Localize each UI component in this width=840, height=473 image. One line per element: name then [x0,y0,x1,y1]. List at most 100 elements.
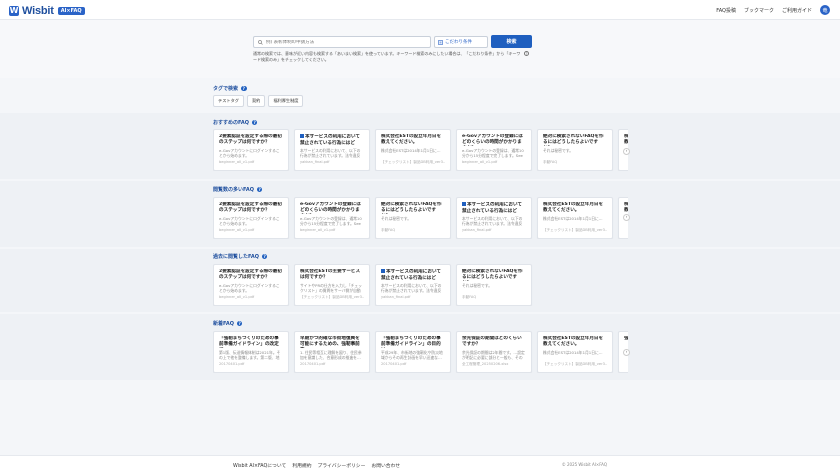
faq-card-source: 【チェックリスト】製品DB利用_ver3… [543,228,607,232]
tag-item[interactable]: 契約 [246,95,266,107]
faq-card-title: 2要素認証を設定する際の最初のステップは何ですか？ [219,202,283,214]
faq-card-title-text: 余光保証の期間はどのくらいですか？ [462,336,522,347]
faq-card[interactable]: 絶対に検索されないFAQを作るにはどうしたらよいですか？ それは秘密です。手動FA… [456,264,532,306]
faq-card-title: 2要素認証を設定する際の最初のステップは何ですか？ [219,269,283,281]
condition-button[interactable]: こだわり条件 [434,36,488,48]
logo-text: Wisbit [22,4,54,17]
recommended-section-title: おすすめのFAQ ? [213,119,258,126]
nav-faq-post[interactable]: FAQ投稿 [716,7,736,14]
faq-card-body: 平成29年、市街地の強靭化や防災地域からその再生計画を早い迅速な… [381,350,443,360]
faq-card-source: beginner_all_v1.pdf [462,160,498,164]
faq-card-title-text: 「強靭まちづくりのための事前準備ガイドライン」の目的は… [381,336,441,347]
search-box[interactable] [253,36,431,48]
faq-card-source: beginner_all_v1.pdf [219,295,255,299]
faq-card[interactable]: e-Govアカウントの登録にはどのくらいの時間がかかりますか？ e-Govアカウン… [456,129,532,171]
faq-card-title-text: 株式会社ESTの設立年月日を教えてください。 [624,202,628,213]
chevron-right-icon[interactable]: › [623,214,630,221]
nav-guide[interactable]: ご利用ガイド [782,7,812,14]
faq-card-title: 絶対に検索されないFAQを作るにはどうしたらよいですか？ [543,134,607,146]
logo[interactable]: W Wisbit AI×FAQ [9,4,85,17]
faq-card-title-text: 株式会社ESTの設立年月日を教えてください。 [543,202,604,213]
faq-card-title: 本サービスの利用において禁止されている行為にはどの… [462,202,526,214]
help-icon[interactable]: ? [256,186,263,193]
chevron-right-icon[interactable]: › [623,349,630,356]
popular-section-title: 閲覧数の多いFAQ ? [213,186,263,193]
faq-card[interactable]: 「強靭まちづくりのための事前準備ガイドライン」の目的は… 平成29年、市街地の強靭… [375,331,451,373]
faq-card-source: yakkan_final.pdf [381,295,411,299]
recent-section-title: 過去に閲覧したFAQ ? [213,253,268,260]
faq-card-title-text: e-Govアカウントの登録にはどのくらいの時間がかかりますか？ [300,202,361,213]
popular-title-text: 閲覧数の多いFAQ [213,187,254,193]
faq-card[interactable]: 2要素認証を設定する際の最初のステップは何ですか？ e-Govアカウントにログイン… [213,197,289,239]
faq-card-title-text: e-Govアカウントの登録にはどのくらいの時間がかかりますか？ [462,134,523,145]
faq-card[interactable]: 株式会社ESTの設立年月日を教えてください。 株式会社ESTは2014年1月1日に… [537,331,613,373]
search-button[interactable]: 検索 [491,35,532,48]
faq-card-title: 株式会社ESTの設立年月日を教えてください。 [624,202,628,214]
faq-card[interactable]: 株式会社ESTの主要サービスは何ですか？ サイトやPRの仕方を入力し「チェックリス… [294,264,370,306]
faq-card-title-text: 株式会社ESTの主要サービスは何ですか？ [300,269,361,280]
faq-card-source: 20170401.pdf [300,362,326,366]
faq-card-body: サイトやPRの仕方を入力し「チェックリスト」の質問をサーバ側が自動添削… [300,283,362,293]
help-icon[interactable]: ? [236,320,243,327]
filter-icon [438,39,443,45]
faq-card[interactable]: 本サービスの利用において禁止されている行為にはどの… 本サービスの利用において、以… [456,197,532,239]
faq-card-title-text: 本サービスの利用において禁止されている行為にはどの… [300,134,360,146]
faq-card[interactable]: 本サービスの利用において禁止されている行為にはどの… 本サービスの利用において、以… [294,129,370,171]
faq-card-body: e-Govアカウントの登録は、通常10分から15分程度で完了します。See MS… [462,148,524,158]
faq-card-title-text: 株式会社ESTの設立年月日を教えてください。 [543,336,604,347]
chevron-right-icon[interactable]: › [623,148,630,155]
faq-card-source: 【チェックリスト】製品DB利用_ver3… [543,362,607,366]
app-header: W Wisbit AI×FAQ FAQ投稿 ブックマーク ご利用ガイド 竜 [0,0,840,20]
faq-card-body: 本サービスの利用において、以下の行為が禁止されています。法令違反と… [462,216,523,226]
tag-item[interactable]: 福利厚生制度 [268,95,304,107]
faq-card-source: 全工程管理_20250206.xlsx [462,362,509,366]
faq-card[interactable]: 2要素認証を設定する際の最初のステップは何ですか？ e-Govアカウントにログイン… [213,264,289,306]
faq-card-title: 本サービスの利用において禁止されている行為にはどの… [300,134,364,146]
faq-card-title: e-Govアカウントの登録にはどのくらいの時間がかかりますか？ [462,134,526,146]
faq-card-body: それは秘密です。 [462,283,492,288]
footer-link-about[interactable]: Wisbit AI×FAQについて [233,462,286,469]
tag-item[interactable]: テストタグ [213,95,244,107]
faq-card[interactable]: 株式会社ESTの設立年月日を教えてください。株式会社ESTは2014年1月1日に… [375,129,451,171]
faq-card-title: 強度… [624,336,628,348]
help-icon[interactable]: ? [261,253,268,260]
faq-card-body: 株式会社ESTは2014年1月1日に… [381,148,441,153]
faq-card[interactable]: 本サービスの利用において禁止されている行為にはどの… 本サービスの利用において、以… [375,264,451,306]
help-icon[interactable]: ? [251,119,258,126]
help-icon[interactable]: ? [241,85,247,92]
faq-card-body: e-Govアカウントにログインすることから始めます。 [219,216,280,226]
faq-card-body: 余光保証の期間は2年間です。…設定が明記に必要に部分と一般も、その効果… [462,350,525,360]
faq-card-source: beginner_all_v1.pdf [219,160,255,164]
copyright: © 2025 Wisbit AI×FAQ [561,462,607,467]
faq-card-body: 1. 住民等相互に理解を図り、住民参加を意識した、合意形成の推進を… [300,350,362,360]
faq-card-title-text: 絶対に検索されないFAQを作るにはどうしたらよいですか？ [543,134,604,145]
search-input[interactable] [266,39,416,45]
faq-card[interactable]: 絶対に検索されないFAQを作るにはどうしたらよいですか？ それは秘密です。手動FA… [375,197,451,239]
avatar[interactable]: 竜 [820,5,830,15]
faq-card[interactable]: 余光保証の期間はどのくらいですか？ 余光保証の期間は2年間です。…設定が明記に必要… [456,331,532,373]
faq-card-source: yakkan_final.pdf [300,160,330,164]
faq-card-title: 早期かつ的確な市街地復興を可能にするための、強靭事前準… [300,336,364,348]
help-icon[interactable]: ? [524,51,529,56]
nav-bookmark[interactable]: ブックマーク [744,7,774,14]
new-section-title: 新着FAQ ? [213,320,243,327]
faq-card[interactable]: 絶対に検索されないFAQを作るにはどうしたらよいですか？ それは秘密です。手動FA… [537,129,613,171]
faq-card[interactable]: 「強靭まちづくりのための事前準備ガイドライン」の改定で… 第1版、伝送情報体制は2… [213,331,289,373]
recent-row: 2要素認証を設定する際の最初のステップは何ですか？ e-Govアカウントにログイン… [213,264,628,306]
search-area: こだわり条件 検索 通常の検索では、意味が近い内容も検索する「あいまい検索」を使… [0,20,840,78]
footer-link-privacy[interactable]: プライバシーポリシー [318,462,366,469]
faq-card[interactable]: 2要素認証を設定する際の最初のステップは何ですか？ e-Govアカウントにログイン… [213,129,289,171]
faq-card-source: yakkan_final.pdf [462,228,492,232]
footer-link-contact[interactable]: お問い合わせ [371,462,400,469]
faq-card[interactable]: 早期かつ的確な市街地復興を可能にするための、強靭事前準… 1. 住民等相互に理解を… [294,331,370,373]
footer-link-terms[interactable]: 利用規約 [292,462,311,469]
faq-card-title-text: 早期かつ的確な市街地復興を可能にするための、強靭事前準… [300,336,360,347]
faq-card-source: beginner_all_v1.pdf [300,228,336,232]
faq-card-title-text: 2要素認証を設定する際の最初のステップは何ですか？ [219,202,282,213]
faq-card-title-text: 絶対に検索されないFAQを作るにはどうしたらよいですか？ [381,202,442,213]
faq-card[interactable]: 株式会社ESTの設立年月日を教えてください。 株式会社ESTは2014年1月1日に… [537,197,613,239]
faq-card-title-text: 株式会社ESTの設立年月日を教えてください。 [381,134,442,145]
faq-card-source: 手動FAQ [543,160,558,164]
faq-card[interactable]: e-Govアカウントの登録にはどのくらいの時間がかかりますか？ e-Govアカウン… [294,197,370,239]
new-row: 「強靭まちづくりのための事前準備ガイドライン」の改定で… 第1版、伝送情報体制は2… [213,331,628,373]
